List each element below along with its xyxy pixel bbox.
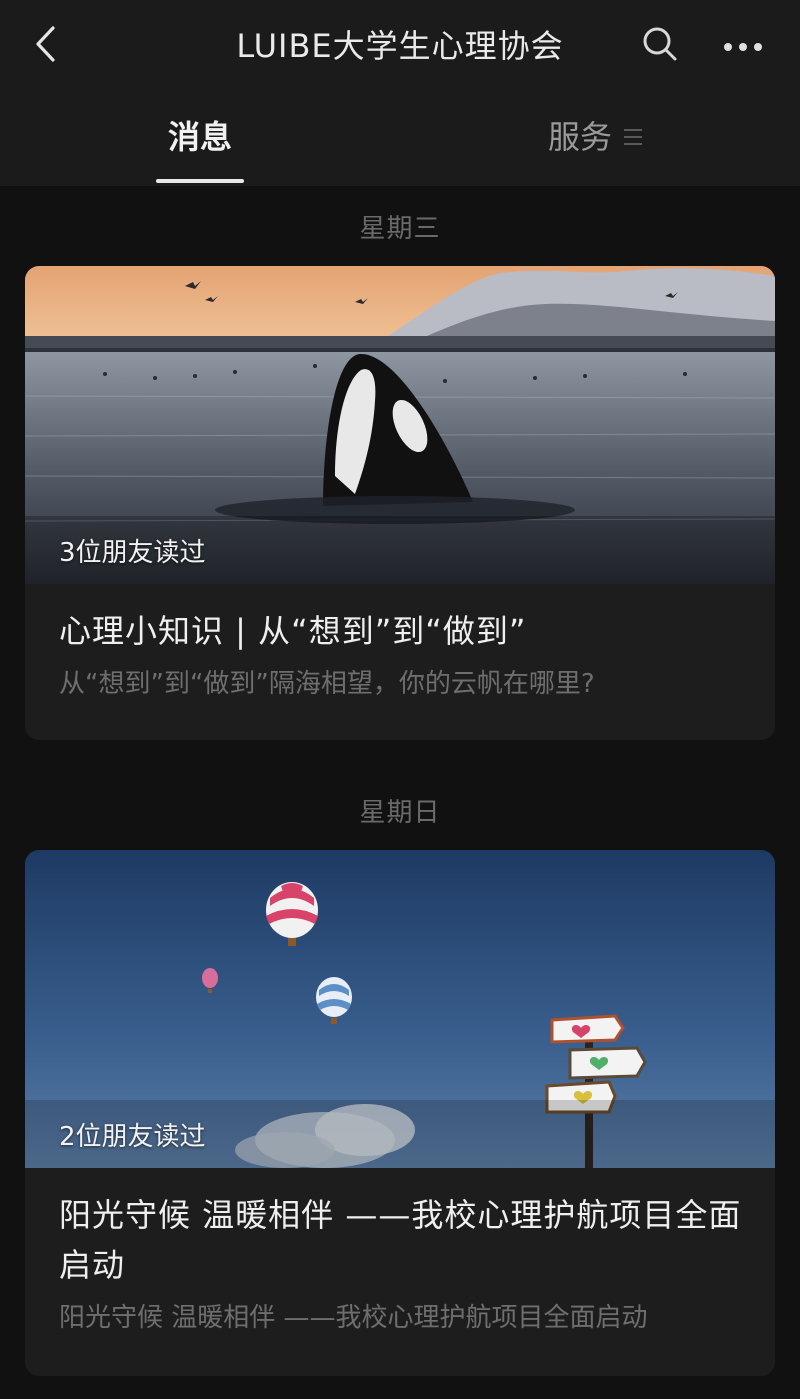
date-label: 星期三 [359,214,441,244]
read-count: 2位朋友读过 [59,1122,206,1152]
article-title: 心理小知识 | 从“想到”到“做到” [59,612,527,650]
article-title: 阳光守候 温暖相伴 ——我校心理护航项目全面启动 [59,1196,742,1284]
menu-icon [624,129,643,145]
article-card[interactable]: 2位朋友读过 阳光守候 温暖相伴 ——我校心理护航项目全面启动 阳光守候 温暖相… [25,850,775,1376]
article-summary: 从“想到”到“做到”隔海相望，你的云帆在哪里? [59,669,595,699]
article-summary: 阳光守候 温暖相伴 ——我校心理护航项目全面启动 [59,1303,648,1333]
article-card[interactable]: 3位朋友读过 心理小知识 | 从“想到”到“做到” 从“想到”到“做到”隔海相望… [25,266,775,740]
tab-services[interactable]: 服务 [548,112,658,162]
more-dots-icon [723,37,763,56]
date-label: 星期日 [359,798,441,828]
top-bar: LUIBE大学生心理协会 [0,0,800,92]
more-button[interactable] [718,22,768,70]
article-cover-image: 3位朋友读过 [25,266,775,584]
back-button[interactable] [22,18,68,74]
search-icon [642,26,678,66]
tab-messages[interactable]: 消息 [156,112,244,162]
page-title: LUIBE大学生心理协会 [236,27,564,65]
tab-messages-label: 消息 [167,118,232,156]
chevron-left-icon [34,25,56,67]
read-count: 3位朋友读过 [59,538,206,568]
tab-active-indicator [156,179,244,183]
search-button[interactable] [636,22,684,70]
tab-bar: 消息 服务 [0,92,800,186]
article-cover-image: 2位朋友读过 [25,850,775,1168]
tab-services-label: 服务 [548,118,613,156]
